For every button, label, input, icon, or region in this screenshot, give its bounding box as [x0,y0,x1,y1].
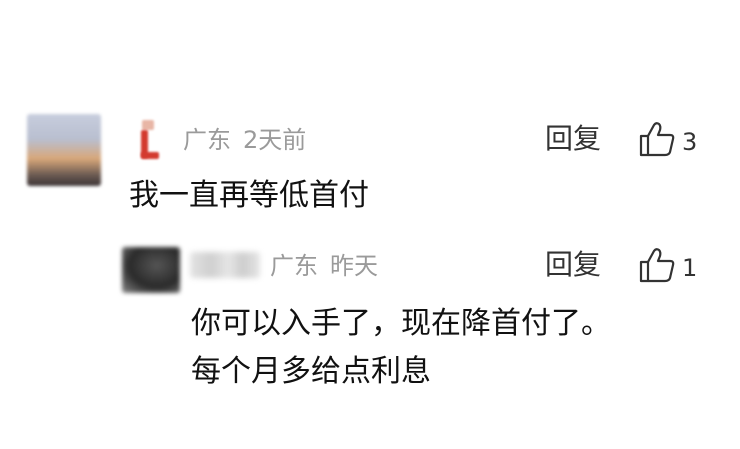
comment-reply-button[interactable]: 回复 [545,125,601,153]
reply-location: 广东 [270,252,318,280]
commenter-avatar[interactable] [27,114,101,186]
comment-location: 广东 [183,126,231,154]
comment-like-count: 3 [682,128,698,156]
reply-reply-button[interactable]: 回复 [545,251,601,279]
thumbs-up-icon [639,248,675,283]
reply-text-line2: 每个月多给点利息 [191,354,431,389]
replier-name-blurred [190,252,260,278]
replier-avatar[interactable] [122,247,180,293]
thumbs-up-icon [639,122,675,157]
reply-text-line1: 你可以入手了，现在降首付了。 [191,306,611,341]
reply-meta: 广东 昨天 [270,254,378,278]
comment-text: 我一直再等低首付 [129,178,369,213]
reply-like-count: 1 [682,254,698,282]
user-badge-icon [133,120,163,160]
reply-time: 昨天 [330,252,378,280]
comment-like-button[interactable] [639,121,679,157]
reply-like-button[interactable] [639,247,679,283]
comment-time: 2天前 [243,126,307,154]
comment-meta: 广东 2天前 [183,128,306,152]
